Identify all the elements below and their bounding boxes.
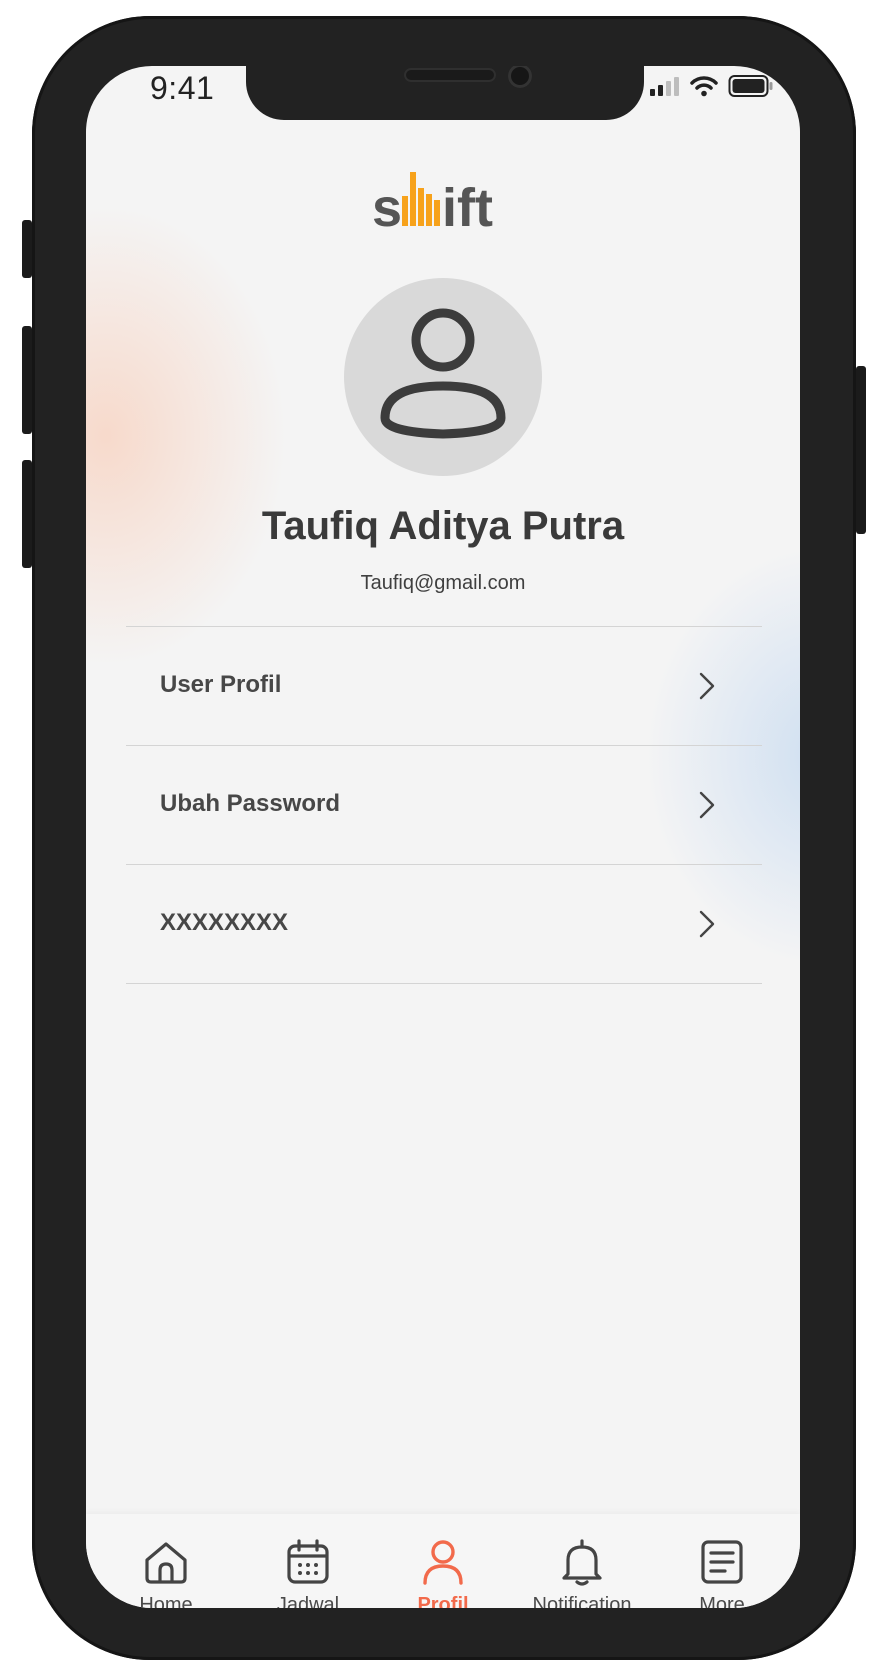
nav-label: Jadwal	[276, 1594, 340, 1608]
status-time: 9:41	[150, 70, 215, 106]
document-icon	[701, 1540, 743, 1584]
nav-item-jadwal[interactable]: Jadwal	[238, 1538, 378, 1608]
app-screen: 9:41 s ift Taufiq Aditya Putra Taufiq@gm…	[86, 66, 800, 1608]
user-avatar-icon	[380, 308, 506, 439]
nav-item-home[interactable]: Home	[96, 1538, 236, 1608]
battery-icon	[728, 75, 773, 97]
menu-item-label: User Profil	[160, 671, 282, 698]
mute-switch	[22, 220, 32, 278]
chevron-right-icon	[699, 672, 715, 700]
nav-label: Profil	[417, 1594, 469, 1608]
front-camera	[508, 66, 532, 88]
nav-label: More	[699, 1594, 745, 1608]
device-frame: 9:41 s ift Taufiq Aditya Putra Taufiq@gm…	[0, 0, 878, 1677]
wifi-icon	[690, 76, 718, 97]
volume-up-button	[22, 326, 32, 434]
menu-item-label: Ubah Password	[160, 790, 341, 817]
menu-item-user-profil[interactable]: User Profil	[126, 627, 762, 746]
profile-menu: User Profil Ubah Password XXXXXXXX	[126, 626, 762, 984]
nav-item-profil[interactable]: Profil	[373, 1538, 513, 1608]
menu-item-ubah-password[interactable]: Ubah Password	[126, 746, 762, 865]
status-icons	[650, 74, 774, 98]
svg-text:s: s	[372, 178, 402, 234]
notch	[246, 66, 644, 120]
power-button	[856, 366, 866, 534]
nav-label: Notification	[532, 1594, 632, 1608]
bell-icon	[562, 1539, 602, 1586]
user-avatar[interactable]	[344, 278, 542, 476]
menu-item-placeholder[interactable]: XXXXXXXX	[126, 865, 762, 984]
user-name: Taufiq Aditya Putra	[261, 504, 625, 548]
svg-text:ift: ift	[442, 178, 493, 234]
profile-icon	[423, 1540, 463, 1585]
menu-item-label: XXXXXXXX	[160, 909, 289, 936]
nav-item-more[interactable]: More	[652, 1538, 792, 1608]
background-glow-orange	[86, 206, 286, 666]
swift-logo: s ift	[372, 170, 516, 238]
nav-label: Home	[139, 1594, 193, 1608]
bottom-navigation: Home Jadwal Profil Notification More	[86, 1514, 800, 1608]
calendar-icon	[287, 1539, 329, 1584]
user-email: Taufiq@gmail.com	[360, 572, 526, 594]
home-icon	[145, 1542, 187, 1584]
chevron-right-icon	[699, 910, 715, 938]
chevron-right-icon	[699, 791, 715, 819]
speaker-grille	[404, 68, 496, 82]
cellular-signal-icon	[650, 77, 679, 96]
nav-item-notification[interactable]: Notification	[507, 1538, 657, 1608]
volume-down-button	[22, 460, 32, 568]
